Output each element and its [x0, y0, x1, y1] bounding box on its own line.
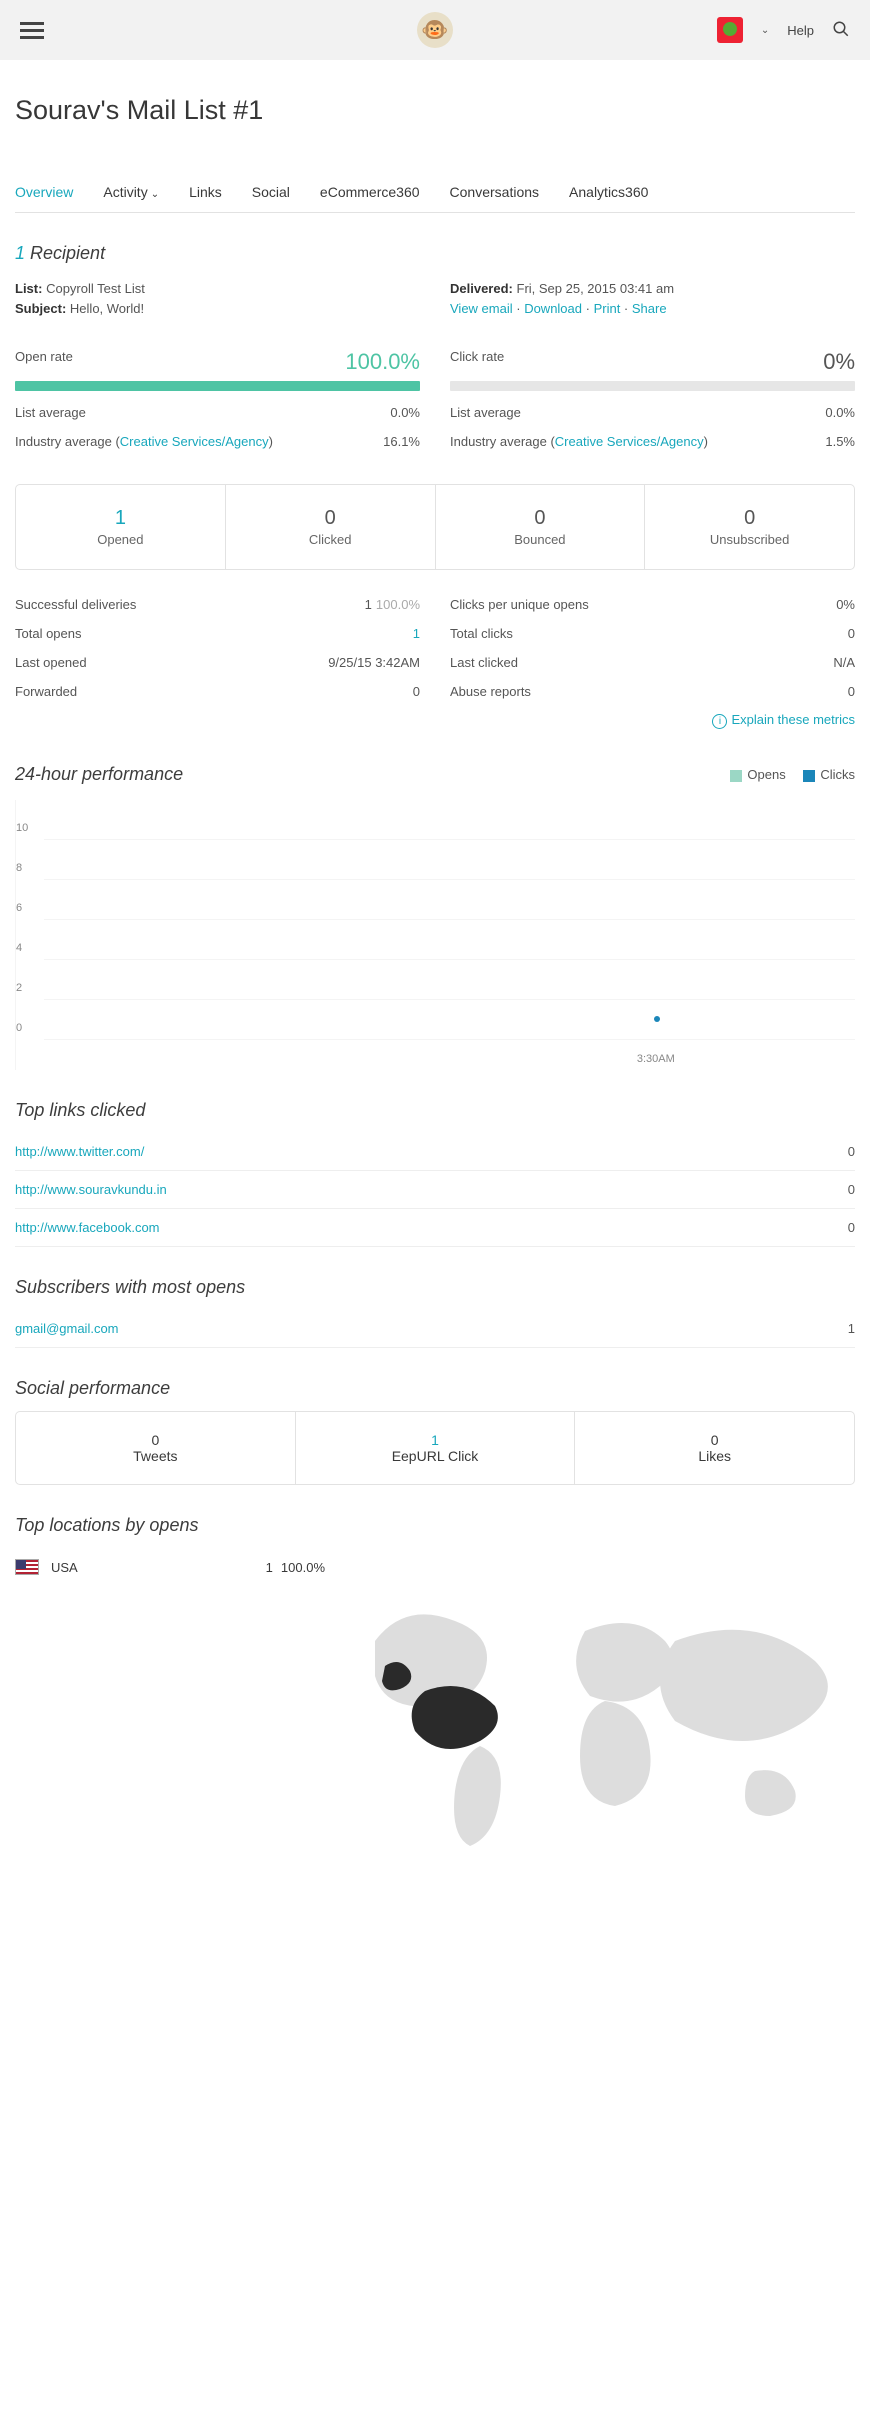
list-line: List: Copyroll Test List [15, 281, 420, 296]
top-links-heading: Top links clicked [15, 1100, 855, 1121]
delivered-line: Delivered: Fri, Sep 25, 2015 03:41 am [450, 281, 855, 296]
view-email-link[interactable]: View email [450, 301, 513, 316]
locations-heading: Top locations by opens [15, 1515, 855, 1536]
top-link[interactable]: http://www.souravkundu.in [15, 1182, 167, 1197]
world-map [355, 1551, 855, 1891]
map-region-usa [412, 1686, 498, 1749]
subject-line: Subject: Hello, World! [15, 301, 420, 316]
email-actions: View email · Download · Print · Share [450, 301, 855, 316]
metric-row: Total opens1 [15, 619, 420, 648]
social-heading: Social performance [15, 1378, 855, 1399]
mailchimp-logo[interactable]: 🐵 [417, 12, 453, 48]
click-rate-block: Click rate0% List average0.0% Industry a… [450, 349, 855, 449]
tab-analytics360[interactable]: Analytics360 [569, 174, 666, 212]
metric-row: Last opened9/25/15 3:42AM [15, 648, 420, 677]
industry-link[interactable]: Creative Services/Agency [555, 434, 704, 449]
table-row: http://www.twitter.com/0 [15, 1133, 855, 1171]
help-link[interactable]: Help [787, 23, 814, 38]
flag-usa-icon [15, 1559, 39, 1575]
top-link[interactable]: http://www.twitter.com/ [15, 1144, 144, 1159]
page-title: Sourav's Mail List #1 [15, 95, 855, 126]
tab-social[interactable]: Social [252, 174, 308, 212]
social-tweets[interactable]: 0Tweets [16, 1412, 296, 1484]
table-row: gmail@gmail.com1 [15, 1310, 855, 1348]
metric-row: Last clickedN/A [450, 648, 855, 677]
location-row: USA 1 100.0% [15, 1551, 325, 1583]
download-link[interactable]: Download [524, 301, 582, 316]
top-bar: 🐵 ⌄ Help [0, 0, 870, 60]
print-link[interactable]: Print [594, 301, 621, 316]
report-tabs: Overview Activity⌄ Links Social eCommerc… [15, 174, 855, 213]
top-link[interactable]: http://www.facebook.com [15, 1220, 160, 1235]
menu-icon[interactable] [20, 18, 44, 43]
social-eepurl[interactable]: 1EepURL Click [296, 1412, 576, 1484]
search-icon[interactable] [832, 20, 850, 41]
table-row: http://www.facebook.com0 [15, 1209, 855, 1247]
stat-cards: 1Opened 0Clicked 0Bounced 0Unsubscribed [15, 484, 855, 570]
metric-row: Forwarded0 [15, 677, 420, 706]
tab-conversations[interactable]: Conversations [450, 174, 558, 212]
tab-links[interactable]: Links [189, 174, 240, 212]
subscriber-link[interactable]: gmail@gmail.com [15, 1321, 119, 1336]
user-menu-chevron-icon[interactable]: ⌄ [761, 25, 769, 36]
data-point [654, 1016, 660, 1022]
metric-row: Clicks per unique opens0% [450, 590, 855, 619]
metric-row: Successful deliveries1100.0% [15, 590, 420, 619]
chart-legend: Opens Clicks [716, 767, 855, 782]
tab-overview[interactable]: Overview [15, 174, 91, 212]
stat-bounced[interactable]: 0Bounced [436, 485, 646, 569]
user-avatar[interactable] [717, 17, 743, 43]
tab-ecommerce360[interactable]: eCommerce360 [320, 174, 438, 212]
stat-opened[interactable]: 1Opened [16, 485, 226, 569]
stat-clicked[interactable]: 0Clicked [226, 485, 436, 569]
industry-link[interactable]: Creative Services/Agency [120, 434, 269, 449]
subscribers-table: gmail@gmail.com1 [15, 1310, 855, 1348]
locations-list: USA 1 100.0% [15, 1551, 325, 1891]
stat-unsubscribed[interactable]: 0Unsubscribed [645, 485, 854, 569]
recipients-heading: 1 Recipient [15, 243, 855, 264]
metric-row: Abuse reports0 [450, 677, 855, 706]
metric-row: Total clicks0 [450, 619, 855, 648]
social-cards: 0Tweets 1EepURL Click 0Likes [15, 1411, 855, 1485]
open-rate-block: Open rate100.0% List average0.0% Industr… [15, 349, 420, 449]
table-row: http://www.souravkundu.in0 [15, 1171, 855, 1209]
chevron-down-icon: ⌄ [151, 189, 159, 200]
perf-heading: 24-hour performance [15, 764, 183, 785]
social-likes[interactable]: 0Likes [575, 1412, 854, 1484]
explain-metrics-link[interactable]: iExplain these metrics [15, 712, 855, 729]
top-subscribers-heading: Subscribers with most opens [15, 1277, 855, 1298]
info-icon: i [712, 714, 727, 729]
share-link[interactable]: Share [632, 301, 667, 316]
tab-activity[interactable]: Activity⌄ [103, 174, 177, 212]
perf-chart: 0 2 4 6 8 10 3:30AM [15, 800, 855, 1070]
top-links-table: http://www.twitter.com/0 http://www.sour… [15, 1133, 855, 1247]
